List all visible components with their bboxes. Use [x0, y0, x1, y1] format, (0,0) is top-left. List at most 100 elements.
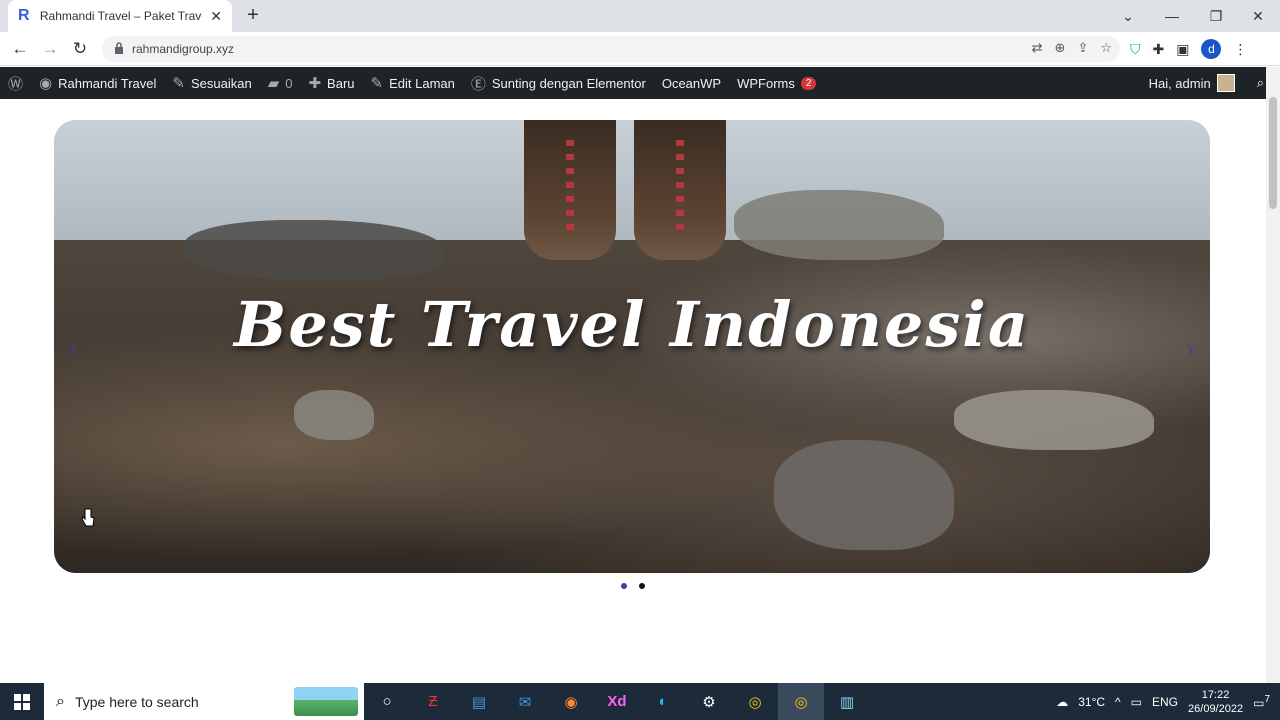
slider-pagination: [0, 583, 1266, 589]
firefox-icon[interactable]: ◉: [548, 683, 594, 720]
forward-icon[interactable]: →: [38, 38, 62, 60]
mail-icon[interactable]: ✉: [502, 683, 548, 720]
rock-image: [184, 220, 444, 280]
site-favicon: R: [18, 7, 30, 24]
slider-dot[interactable]: [621, 583, 627, 589]
wpforms-badge: 2: [800, 76, 817, 90]
search-highlight-image: [294, 687, 358, 716]
settings-gear-icon[interactable]: ⚙: [686, 683, 732, 720]
scrollbar-thumb[interactable]: [1269, 97, 1277, 209]
oceanwp-menu[interactable]: OceanWP: [654, 67, 729, 99]
wordpress-icon: Ⓦ: [8, 75, 24, 93]
tray-chevron-icon[interactable]: ^: [1115, 695, 1121, 709]
customize-label: Sesuaikan: [190, 75, 252, 91]
wp-admin-bar: Ⓦ ◉ Rahmandi Travel ✎ Sesuaikan ▰ 0 ✚ Baru ✎…: [0, 67, 1280, 99]
oceanwp-label: OceanWP: [661, 75, 722, 91]
lock-icon: [115, 42, 123, 54]
taskbar-clock[interactable]: 17:22 26/09/2022: [1188, 688, 1243, 716]
reload-icon[interactable]: ↻: [68, 38, 92, 60]
tab-search-icon[interactable]: ⌄: [1108, 0, 1148, 32]
account-menu[interactable]: Hai, admin: [1141, 67, 1243, 99]
bookmark-star-icon[interactable]: ☆: [1100, 40, 1112, 56]
browser-tabstrip: R Rahmandi Travel – Paket Travel Te ✕ + …: [0, 0, 1280, 32]
close-window-button[interactable]: ✕: [1238, 0, 1278, 32]
elementor-label: Sunting dengan Elementor: [491, 75, 646, 91]
filezilla-icon[interactable]: Ƶ: [410, 683, 456, 720]
browser-menu-icon[interactable]: ⋮: [1233, 41, 1247, 58]
restore-button[interactable]: ❐: [1196, 0, 1236, 32]
rock-image: [294, 390, 374, 440]
slider-prev-arrow[interactable]: ‹: [70, 336, 77, 362]
back-icon[interactable]: ←: [8, 38, 32, 60]
profile-avatar[interactable]: d: [1201, 39, 1222, 59]
network-icon[interactable]: ▭: [1131, 695, 1142, 709]
site-name-label: Rahmandi Travel: [58, 75, 157, 91]
chrome-icon[interactable]: ◎: [732, 683, 778, 720]
wpforms-label: WPForms: [737, 75, 795, 91]
elementor-icon: Ⓔ: [470, 75, 486, 93]
tab-title: Rahmandi Travel – Paket Travel Te: [39, 9, 202, 23]
customize-menu[interactable]: ✎ Sesuaikan: [164, 67, 259, 99]
notepad-icon[interactable]: ▥: [824, 683, 870, 720]
boot-image: [524, 120, 616, 260]
page-content: Best Travel Indonesia ‹ ›: [0, 99, 1266, 683]
dashboard-icon: ◉: [39, 75, 53, 92]
windows-start-icon[interactable]: [0, 683, 44, 720]
comments-menu[interactable]: ▰ 0: [260, 67, 301, 99]
page-scrollbar[interactable]: [1266, 67, 1280, 683]
boot-image: [634, 120, 726, 260]
weather-temp[interactable]: 31°C: [1078, 695, 1105, 709]
zoom-icon[interactable]: ⊕: [1055, 40, 1066, 56]
weather-cloud-icon[interactable]: ☁: [1056, 695, 1068, 709]
taskbar-search-placeholder: Type here to search: [74, 693, 199, 710]
tab-close-icon[interactable]: ✕: [210, 8, 222, 25]
store-icon[interactable]: ▤: [456, 683, 502, 720]
side-panel-icon[interactable]: ▣: [1176, 41, 1189, 58]
greeting-label: Hai, admin: [1148, 75, 1211, 91]
hero-slider[interactable]: Best Travel Indonesia ‹ ›: [54, 120, 1210, 573]
slide-title: Best Travel Indonesia: [234, 288, 1030, 361]
new-label: Baru: [327, 75, 355, 91]
brush-icon: ✎: [172, 75, 185, 92]
comments-count: 0: [285, 75, 293, 91]
adobe-xd-icon[interactable]: Xd: [594, 683, 640, 720]
url-text: rahmandigroup.xyz: [132, 42, 235, 56]
translate-icon[interactable]: ⇄: [1032, 40, 1043, 56]
elementor-menu[interactable]: Ⓔ Sunting dengan Elementor: [463, 67, 654, 99]
browser-toolbar: ← → ↻ rahmandigroup.xyz ⇄ ⊕ ⇪ ☆ ⛉ ✚ ▣ d …: [0, 32, 1280, 66]
rock-image: [774, 440, 954, 550]
extensions-puzzle-icon[interactable]: ✚: [1153, 41, 1165, 58]
search-icon: ⌕: [56, 692, 65, 710]
notification-count: 7: [1264, 693, 1270, 705]
clock-date: 26/09/2022: [1188, 702, 1244, 715]
share-icon[interactable]: ⇪: [1077, 40, 1088, 56]
admin-avatar: [1216, 74, 1235, 92]
new-tab-button[interactable]: +: [242, 4, 264, 26]
comment-icon: ▰: [267, 75, 280, 92]
chrome-active-icon[interactable]: ◎: [778, 683, 824, 720]
pencil-icon: ✎: [370, 75, 384, 92]
clock-time: 17:22: [1201, 688, 1230, 701]
hand-cursor-icon: [81, 508, 95, 527]
tab-active[interactable]: R Rahmandi Travel – Paket Travel Te ✕: [8, 0, 232, 32]
plus-icon: ✚: [308, 75, 322, 92]
new-content-menu[interactable]: ✚ Baru: [300, 67, 362, 99]
slider-next-arrow[interactable]: ›: [1187, 336, 1194, 362]
taskbar-search[interactable]: ⌕ Type here to search: [44, 683, 364, 720]
notification-icon[interactable]: ▭7: [1253, 694, 1270, 710]
edit-page-label: Edit Laman: [389, 75, 455, 91]
address-bar[interactable]: rahmandigroup.xyz ⇄ ⊕ ⇪ ☆: [102, 36, 1120, 62]
site-name-menu[interactable]: ◉ Rahmandi Travel: [31, 67, 164, 99]
edge-icon[interactable]: ◐: [640, 683, 686, 720]
minimize-button[interactable]: —: [1152, 0, 1192, 32]
wpforms-menu[interactable]: WPForms 2: [729, 67, 824, 99]
slider-dot[interactable]: [639, 583, 645, 589]
cortana-icon[interactable]: ○: [364, 683, 410, 720]
rock-image: [954, 390, 1154, 450]
windows-taskbar: ⌕ Type here to search ○ Ƶ ▤ ✉ ◉ Xd ◐ ⚙ ◎…: [0, 683, 1280, 720]
extension-shield-icon[interactable]: ⛉: [1130, 41, 1141, 58]
wordpress-logo-button[interactable]: Ⓦ: [0, 67, 31, 99]
language-indicator[interactable]: ENG: [1152, 695, 1178, 709]
system-tray: ☁ 31°C ^ ▭ ENG 17:22 26/09/2022 ▭7: [1056, 683, 1280, 720]
edit-page-menu[interactable]: ✎ Edit Laman: [363, 67, 463, 99]
